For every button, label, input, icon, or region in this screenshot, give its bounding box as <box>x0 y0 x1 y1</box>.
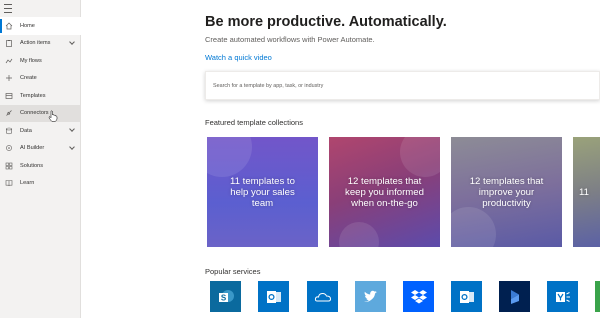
outlook-icon <box>266 290 281 303</box>
watch-video-link[interactable]: Watch a quick video <box>205 53 272 62</box>
template-search-box <box>205 71 600 100</box>
page-subtitle: Create automated workflows with Power Au… <box>205 35 375 44</box>
dropbox-service-tile[interactable] <box>403 281 434 312</box>
page-title: Be more productive. Automatically. <box>205 14 447 30</box>
nav-list: Home Action items My flows Create Templa… <box>0 17 81 192</box>
dynamics-icon <box>510 289 519 304</box>
nav-item-my-flows[interactable]: My flows <box>0 52 81 70</box>
nav-item-ai-builder[interactable]: AI Builder <box>0 140 81 158</box>
nav-item-templates[interactable]: Templates <box>0 87 81 105</box>
nav-item-action-items[interactable]: Action items <box>0 35 81 53</box>
outlook-com-icon <box>459 290 474 303</box>
main-content: Be more productive. Automatically. Creat… <box>81 0 600 318</box>
nav-label: Home <box>20 22 35 29</box>
plus-icon <box>5 74 13 82</box>
solutions-icon <box>5 162 13 170</box>
partial-service-tile[interactable] <box>595 281 600 312</box>
nav-label: Templates <box>20 92 46 99</box>
twitter-icon <box>363 290 377 302</box>
popular-services-row: S <box>205 281 600 318</box>
dynamics-service-tile[interactable] <box>499 281 530 312</box>
nav-label: Action items <box>20 40 51 47</box>
template-search-input[interactable] <box>206 72 599 99</box>
featured-cards: 11 templates to help your sales team 12 … <box>205 137 600 247</box>
outlook-service-tile[interactable] <box>258 281 289 312</box>
card-text: 11 <box>579 186 589 198</box>
card-text: 11 templates to help your sales team <box>230 175 295 209</box>
outlook-com-service-tile[interactable] <box>451 281 482 312</box>
nav-item-home[interactable]: Home <box>0 17 81 35</box>
collection-card[interactable]: 11 <box>573 137 600 247</box>
ai-builder-icon <box>5 144 13 152</box>
nav-item-create[interactable]: Create <box>0 70 81 88</box>
templates-icon <box>5 92 13 100</box>
yammer-icon <box>555 291 570 302</box>
nav-label: Solutions <box>20 162 44 169</box>
chevron-down-icon[interactable] <box>69 38 75 45</box>
collection-card[interactable]: 12 templates that keep you informed when… <box>329 137 440 247</box>
sharepoint-service-tile[interactable]: S <box>210 281 241 312</box>
chevron-down-icon[interactable] <box>69 143 75 150</box>
flow-icon <box>5 57 13 65</box>
nav-item-data[interactable]: Data <box>0 122 81 140</box>
svg-text:S: S <box>220 293 226 302</box>
nav-label: Connectors <box>20 110 49 117</box>
collection-card[interactable]: 12 templates that improve your productiv… <box>451 137 562 247</box>
nav-label: AI Builder <box>20 145 45 152</box>
sharepoint-icon: S <box>218 289 234 302</box>
nav-item-solutions[interactable]: Solutions <box>0 157 81 175</box>
onedrive-icon <box>314 292 331 301</box>
card-text: 12 templates that improve your productiv… <box>469 175 544 209</box>
book-icon <box>5 179 13 187</box>
dropbox-icon <box>410 289 427 303</box>
hamburger-menu-icon[interactable] <box>4 4 16 14</box>
clipboard-icon <box>5 39 13 48</box>
nav-label: Learn <box>20 180 35 187</box>
home-icon <box>5 22 13 30</box>
nav-label: Create <box>20 75 37 82</box>
connectors-icon <box>5 109 13 117</box>
popular-services-heading: Popular services <box>205 267 261 276</box>
hand-cursor-icon <box>48 110 58 122</box>
nav-item-connectors[interactable]: Connectors <box>0 104 81 122</box>
collection-card[interactable]: 11 templates to help your sales team <box>207 137 318 247</box>
nav-item-learn[interactable]: Learn <box>0 175 81 193</box>
nav-label: My flows <box>20 57 42 64</box>
left-nav: Home Action items My flows Create Templa… <box>0 0 81 318</box>
database-icon <box>5 127 13 135</box>
nav-label: Data <box>20 127 32 134</box>
yammer-service-tile[interactable] <box>547 281 578 312</box>
featured-collections-heading: Featured template collections <box>205 118 303 127</box>
onedrive-service-tile[interactable] <box>307 281 338 312</box>
chevron-down-icon[interactable] <box>69 126 75 132</box>
twitter-service-tile[interactable] <box>355 281 386 312</box>
card-text: 12 templates that keep you informed when… <box>345 175 424 209</box>
